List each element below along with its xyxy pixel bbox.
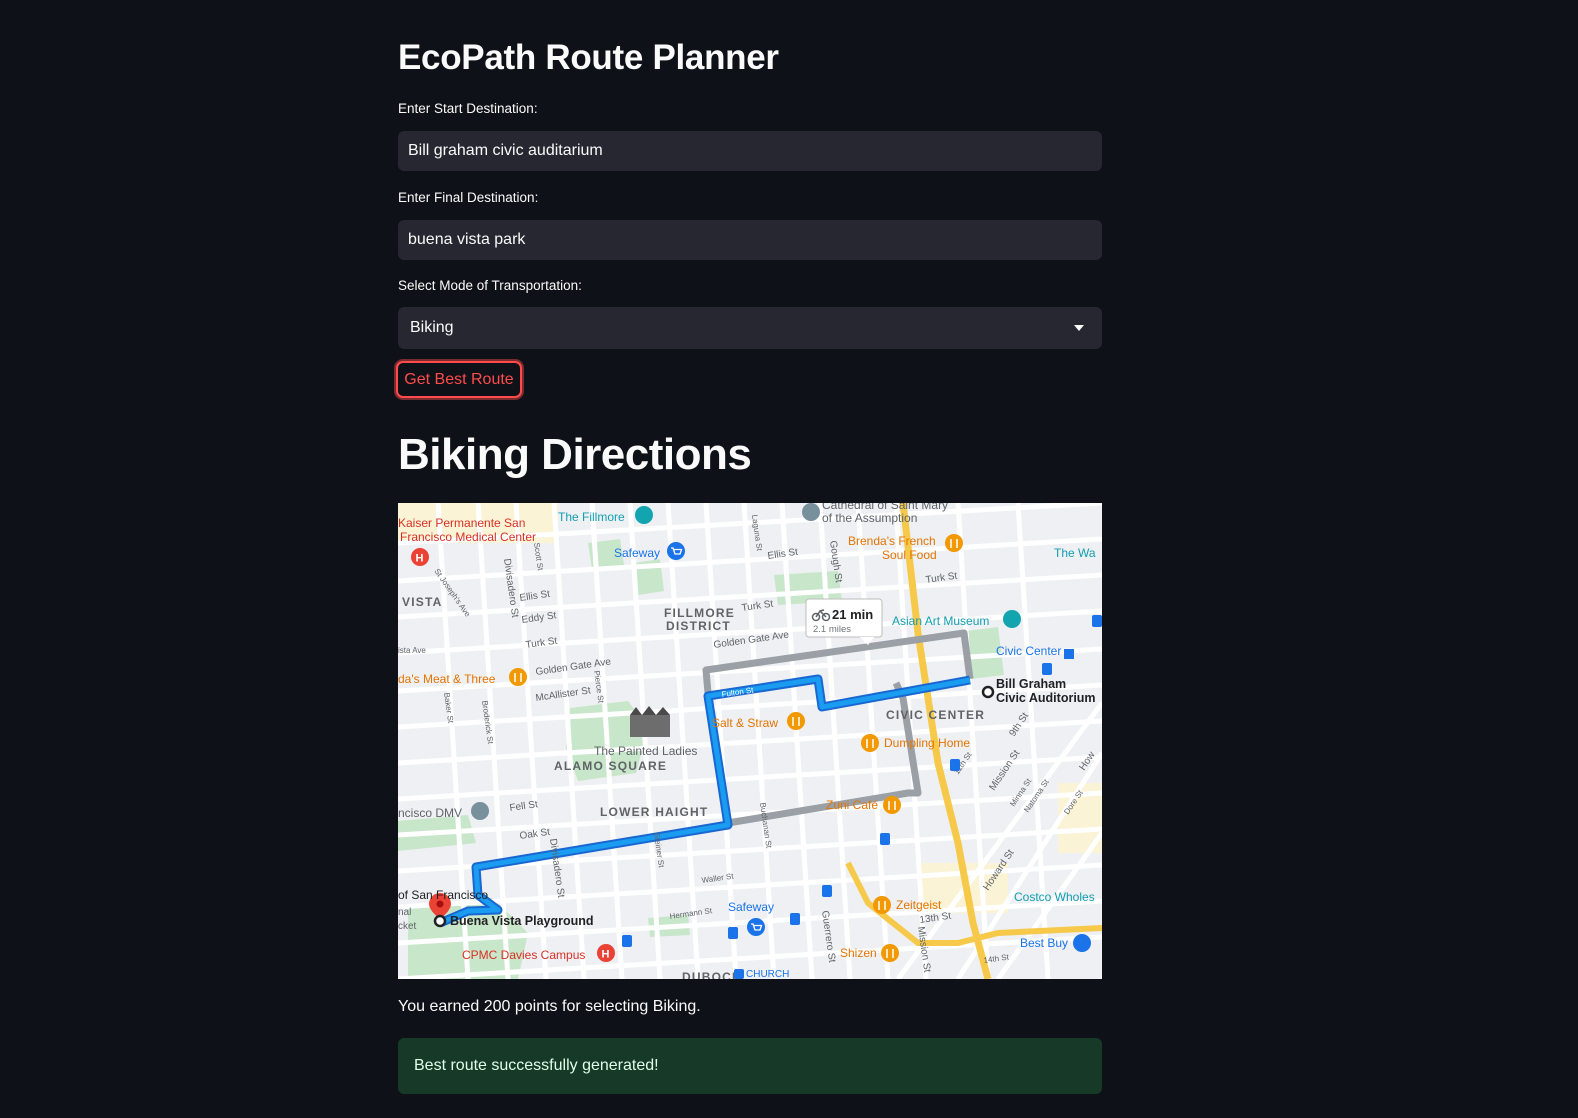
start-destination-value: Bill graham civic auditarium <box>408 142 603 159</box>
neighborhood-civic-center: CIVIC CENTER <box>886 708 985 722</box>
route-distance: 2.1 miles <box>813 624 851 635</box>
poi-church-station: CHURCH <box>746 969 789 979</box>
final-destination-value: buena vista park <box>408 231 526 248</box>
street-ista: ista Ave <box>398 646 426 655</box>
caret-down-icon <box>1074 325 1084 331</box>
fork-knife-icon[interactable] <box>787 712 805 730</box>
directions-heading: Biking Directions <box>398 430 752 479</box>
poi-brendas-line2: Soul Food <box>882 548 937 562</box>
transport-mode-value: Biking <box>410 319 454 336</box>
poi-kaiser-line2: Francisco Medical Center <box>400 530 536 544</box>
poi-cpmc-davies: CPMC Davies Campus <box>462 948 585 962</box>
hospital-icon[interactable]: H <box>411 548 429 566</box>
poi-zuni-cafe: Zuni Café <box>826 798 878 812</box>
neighborhood-fillmore-line2: DISTRICT <box>666 619 731 633</box>
neighborhood-alamo-square: ALAMO SQUARE <box>554 759 667 773</box>
poi-the-wa: The Wa <box>1054 546 1096 560</box>
neighborhood-lower-haight: LOWER HAIGHT <box>600 805 708 819</box>
poi-cathedral-line2: of the Assumption <box>822 511 917 525</box>
points-message: You earned 200 points for selecting Biki… <box>398 998 701 1015</box>
poi-zeitgeist: Zeitgeist <box>896 898 942 912</box>
transport-mode-select[interactable]: Biking <box>398 307 1102 349</box>
poi-costco: Costco Wholes <box>1014 890 1095 904</box>
fork-knife-icon[interactable] <box>861 734 879 752</box>
church-icon[interactable] <box>802 503 820 521</box>
poi-dmv: ncisco DMV <box>398 806 462 820</box>
landmark-houses-icon[interactable] <box>630 706 670 737</box>
fork-knife-icon[interactable] <box>873 896 891 914</box>
origin-marker[interactable] <box>981 685 995 699</box>
poi-salt-and-straw: Salt & Straw <box>712 716 778 730</box>
neighborhood-vista: VISTA <box>402 595 442 609</box>
success-alert: Best route successfully generated! <box>398 1038 1102 1094</box>
destination-marker <box>433 914 447 928</box>
poi-meat-and-three: da's Meat & Three <box>398 672 496 686</box>
poi-kaiser-line1: Kaiser Permanente San <box>398 516 525 530</box>
fork-knife-icon[interactable] <box>883 796 901 814</box>
poi-painted-ladies: The Painted Ladies <box>594 744 697 758</box>
poi-safeway-1: Safeway <box>614 546 660 560</box>
success-message: Best route successfully generated! <box>414 1057 659 1074</box>
destination-label: Buena Vista Playground <box>450 914 594 928</box>
music-venue-icon[interactable] <box>635 506 653 524</box>
svg-text:H: H <box>602 949 610 961</box>
origin-label-line1: Bill Graham <box>996 677 1066 691</box>
poi-san-francisco-partial: of San Francisco <box>398 888 488 902</box>
poi-shizen: Shizen <box>840 946 877 960</box>
final-destination-label: Enter Final Destination: <box>398 190 539 205</box>
fork-knife-icon[interactable] <box>945 534 963 552</box>
transit-station-icon <box>1064 649 1074 659</box>
page-title: EcoPath Route Planner <box>398 38 779 77</box>
poi-dumpling-home: Dumpling Home <box>884 736 970 750</box>
route-duration: 21 min <box>832 607 873 622</box>
shopping-cart-icon[interactable] <box>667 542 685 560</box>
poi-asian-art-museum: Asian Art Museum <box>892 614 989 628</box>
government-icon[interactable] <box>471 802 489 820</box>
svg-text:H: H <box>416 553 424 565</box>
route-map[interactable]: Bill Graham Civic Auditorium Buena Vista… <box>398 503 1102 979</box>
neighborhood-duboce: DUBOCE <box>682 970 741 979</box>
start-destination-input[interactable]: Bill graham civic auditarium <box>398 131 1102 171</box>
final-destination-input[interactable]: buena vista park <box>398 220 1102 260</box>
poi-nal: nal <box>398 907 411 918</box>
fork-knife-icon[interactable] <box>509 668 527 686</box>
origin-label-line2: Civic Auditorium <box>996 691 1096 705</box>
poi-brendas-line1: Brenda's French <box>848 534 936 548</box>
fork-knife-icon[interactable] <box>881 944 899 962</box>
transport-mode-label: Select Mode of Transportation: <box>398 278 582 293</box>
poi-best-buy: Best Buy <box>1020 936 1068 950</box>
poi-civic-center-station: Civic Center <box>996 644 1061 658</box>
poi-ket: cket <box>398 921 417 932</box>
poi-safeway-2: Safeway <box>728 900 774 914</box>
hospital-icon[interactable]: H <box>597 944 615 962</box>
museum-icon[interactable] <box>1003 610 1021 628</box>
shopping-bag-icon[interactable] <box>1073 934 1091 952</box>
poi-the-fillmore: The Fillmore <box>558 510 625 524</box>
shopping-cart-icon[interactable] <box>747 918 765 936</box>
get-best-route-button[interactable]: Get Best Route <box>396 361 522 398</box>
neighborhood-fillmore-line1: FILLMORE <box>664 606 735 620</box>
start-destination-label: Enter Start Destination: <box>398 101 538 116</box>
